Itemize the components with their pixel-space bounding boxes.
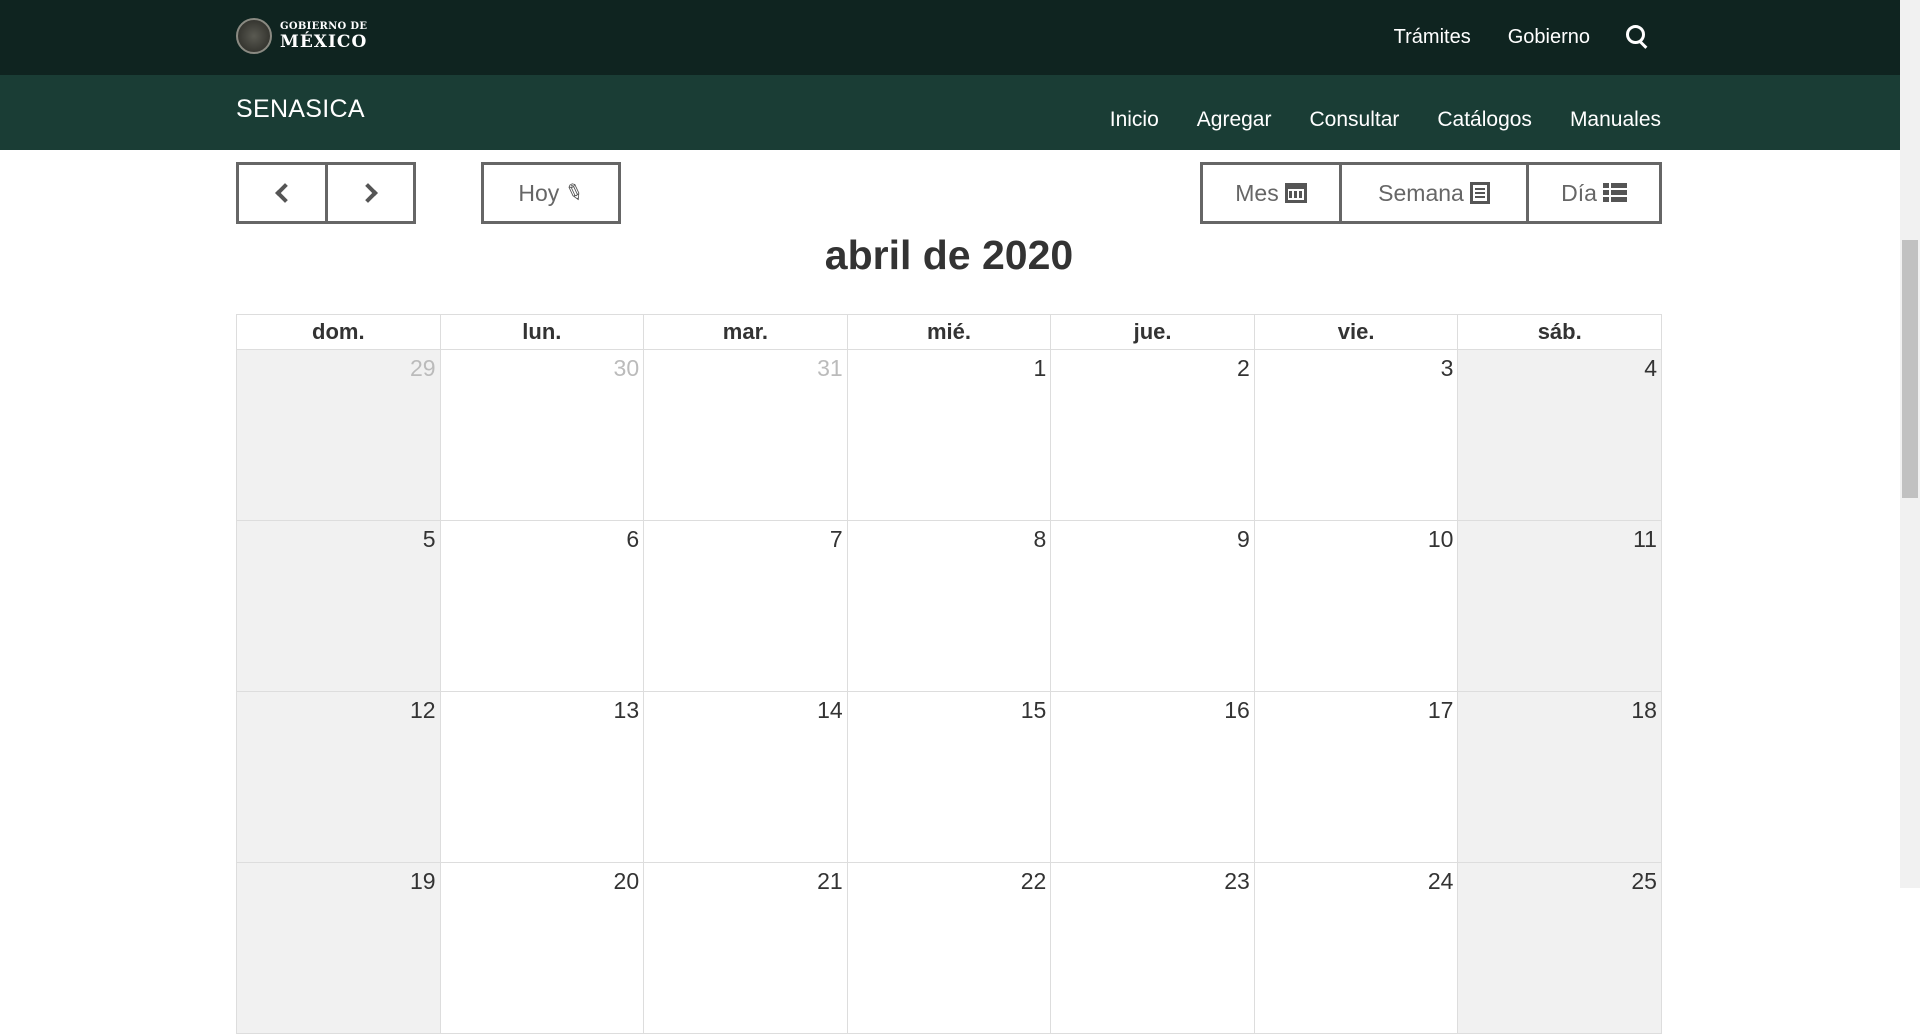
scrollbar-thumb[interactable] [1902,240,1918,498]
logo-text: GOBIERNO DE MÉXICO [280,20,368,52]
weekday-label: sáb. [1458,315,1662,350]
calendar-day-cell[interactable]: 1 [847,350,1052,521]
site-nav: Inicio Agregar Consultar Catálogos Manua… [1072,75,1661,150]
gobierno-logo[interactable]: GOBIERNO DE MÉXICO [236,18,367,54]
prev-button[interactable] [236,162,328,224]
calendar-day-cell[interactable]: 25 [1458,863,1662,1034]
weekday-label: mar. [644,315,848,350]
calendar-day-cell[interactable]: 14 [644,692,848,863]
top-nav: Trámites Gobierno [1357,0,1648,75]
calendar-day-cell[interactable]: 22 [847,863,1052,1034]
nav-inicio[interactable]: Inicio [1110,108,1159,132]
calendar-day-cell[interactable]: 7 [644,521,848,692]
today-label: Hoy [518,179,560,206]
calendar-title: abril de 2020 [824,232,1074,278]
calendar-day-cell[interactable]: 12 [237,692,441,863]
calendar-day-cell[interactable]: 23 [1051,863,1255,1034]
site-brand[interactable]: SENASICA [236,95,365,124]
weekday-label: vie. [1254,315,1459,350]
nav-consultar[interactable]: Consultar [1309,108,1399,132]
calendar-day-cell[interactable]: 5 [237,521,441,692]
weekday-label: mié. [847,315,1052,350]
weekday-label: lun. [440,315,645,350]
calendar-day-cell[interactable]: 11 [1458,521,1662,692]
calendar-day-cell[interactable]: 10 [1254,521,1459,692]
calendar-week: 12 13 14 15 16 17 18 [236,692,1662,863]
calendar-day-cell[interactable]: 30 [440,350,645,521]
calendar-day-cell[interactable]: 21 [644,863,848,1034]
view-day-button[interactable]: Día [1526,162,1662,224]
calendar-day-cell[interactable]: 29 [237,350,441,521]
calendar-day-cell[interactable]: 17 [1254,692,1459,863]
view-week-button[interactable]: Semana [1339,162,1529,224]
calendar-day-cell[interactable]: 16 [1051,692,1255,863]
th-list-icon [1602,183,1627,203]
nav-manuales[interactable]: Manuales [1570,108,1661,132]
chevron-left-icon [275,183,295,203]
weekday-header: dom. lun. mar. mié. jue. vie. sáb. [236,314,1662,350]
calendar-day-cell[interactable]: 4 [1458,350,1662,521]
top-header: GOBIERNO DE MÉXICO Trámites Gobierno [0,0,1900,75]
calendar-day-cell[interactable]: 15 [847,692,1052,863]
calendar-day-cell[interactable]: 2 [1051,350,1255,521]
calendar-day-cell[interactable]: 3 [1254,350,1459,521]
seal-icon [236,18,272,54]
calendar-day-cell[interactable]: 20 [440,863,645,1034]
logo-line2: MÉXICO [280,31,368,52]
calendar-week: 29 30 31 1 2 3 4 [236,350,1662,521]
nav-tramites[interactable]: Trámites [1394,26,1471,49]
view-day-label: Día [1561,179,1597,206]
calendar-day-cell[interactable]: 31 [644,350,848,521]
calendar-day-cell[interactable]: 13 [440,692,645,863]
weekday-label: jue. [1051,315,1255,350]
list-alt-icon [1469,182,1490,204]
calendar-day-cell[interactable]: 18 [1458,692,1662,863]
month-calendar: dom. lun. mar. mié. jue. vie. sáb. 29 30 3… [236,314,1662,1034]
calendar-day-cell[interactable]: 9 [1051,521,1255,692]
calendar-day-cell[interactable]: 24 [1254,863,1459,1034]
calendar-week: 19 20 21 22 23 24 25 [236,863,1662,1034]
nav-catalogos[interactable]: Catálogos [1437,108,1532,132]
site-header: SENASICA Inicio Agregar Consultar Catálo… [0,75,1900,150]
today-button[interactable]: Hoy ✎ [481,162,621,224]
next-button[interactable] [325,162,416,224]
calendar-weeks: 29 30 31 1 2 3 4 5 6 7 8 9 10 11 12 13 14 15 16 17 18 19 20 21 2… [236,350,1662,1034]
search-icon[interactable] [1626,24,1648,47]
calendar-day-cell[interactable]: 6 [440,521,645,692]
pin-icon: ✎ [561,177,588,208]
view-week-label: Semana [1378,179,1464,206]
calendar-icon [1284,183,1307,203]
page-scrollbar[interactable] [1900,0,1920,888]
calendar-day-cell[interactable]: 8 [847,521,1052,692]
nav-gobierno[interactable]: Gobierno [1508,26,1590,49]
nav-agregar[interactable]: Agregar [1197,108,1272,132]
weekday-label: dom. [237,315,441,350]
calendar-week: 5 6 7 8 9 10 11 [236,521,1662,692]
calendar-day-cell[interactable]: 19 [237,863,441,1034]
logo-line1: GOBIERNO DE [280,20,368,32]
view-month-label: Mes [1235,179,1279,206]
chevron-right-icon [357,183,378,203]
view-month-button[interactable]: Mes [1200,162,1342,224]
